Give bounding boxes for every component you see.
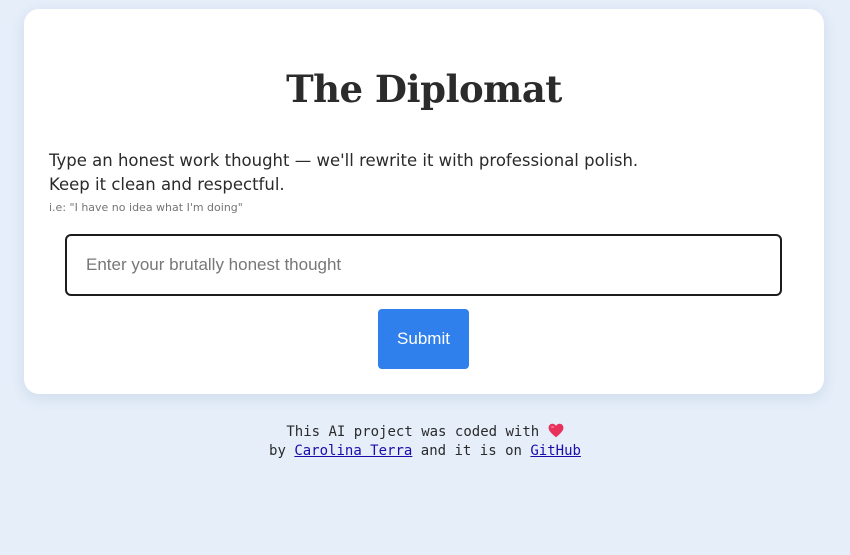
author-link[interactable]: Carolina Terra (294, 443, 412, 459)
main-card: The Diplomat Type an honest work thought… (24, 9, 824, 394)
description-line-1: Type an honest work thought — we'll rewr… (49, 151, 639, 170)
github-link[interactable]: GitHub (530, 443, 581, 459)
footer-middle-text: and it is on (420, 443, 522, 459)
footer-by-text: by (269, 443, 286, 459)
footer-line-1: This AI project was coded with (0, 423, 850, 442)
footer: This AI project was coded with by Caroli… (0, 423, 850, 461)
heart-icon (548, 423, 564, 438)
submit-button[interactable]: Submit (378, 309, 469, 369)
example-hint: i.e: "I have no idea what I'm doing" (49, 201, 243, 214)
thought-input[interactable] (65, 234, 782, 296)
footer-credit-text: This AI project was coded with (286, 424, 540, 440)
footer-line-2: by Carolina Terra and it is on GitHub (0, 442, 850, 461)
description-line-2: Keep it clean and respectful. (49, 175, 285, 194)
page-title: The Diplomat (286, 67, 562, 111)
description: Type an honest work thought — we'll rewr… (49, 149, 789, 197)
